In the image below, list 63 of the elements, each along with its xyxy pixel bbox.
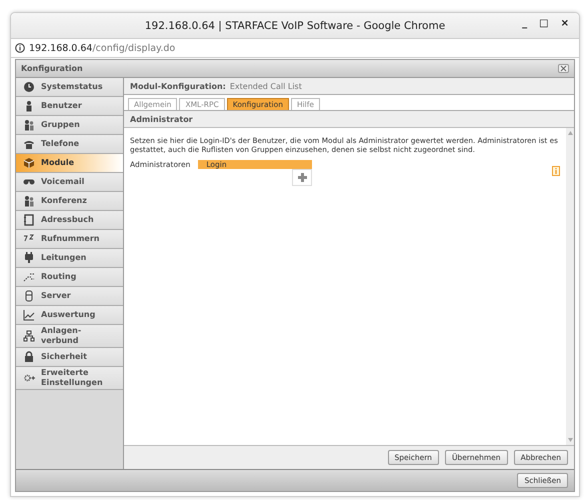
sidebar-label: Konferenz <box>41 196 88 206</box>
sidebar-item[interactable]: Sicherheit <box>16 348 123 367</box>
info-icon[interactable] <box>552 166 560 176</box>
sidebar-item[interactable]: Konferenz <box>16 192 123 211</box>
chart-icon <box>23 309 35 321</box>
sidebar-item[interactable]: Leitungen <box>16 249 123 268</box>
group-icon <box>23 119 35 131</box>
sidebar-item[interactable]: Server <box>16 287 123 306</box>
sidebar-label: Telefone <box>41 139 80 149</box>
sidebar-label: Sicherheit <box>41 352 88 362</box>
gear-icon <box>23 372 35 384</box>
book-icon <box>23 214 35 226</box>
sidebar-label: Gruppen <box>41 120 81 130</box>
sidebar-item[interactable]: Anlagen-verbund <box>16 325 123 348</box>
section-title: Administrator <box>130 114 193 124</box>
sidebar-label: Auswertung <box>41 310 96 320</box>
group-icon <box>23 195 35 207</box>
scroll-up-icon[interactable] <box>568 131 573 135</box>
close-button[interactable]: × <box>556 18 573 29</box>
sidebar-label: Module <box>41 158 76 168</box>
clock-icon <box>23 81 35 93</box>
info-icon <box>15 43 25 53</box>
sidebar-item[interactable]: Routing <box>16 268 123 287</box>
sidebar-label: Systemstatus <box>41 82 104 92</box>
panel-title: Konfiguration <box>21 64 83 73</box>
maximize-button[interactable]: □ <box>535 18 553 29</box>
module-name: Extended Call List <box>230 82 302 90</box>
sidebar-item[interactable]: Benutzer <box>16 97 123 116</box>
close-button[interactable] <box>558 64 569 73</box>
sidebar-label: Server <box>41 291 72 301</box>
address-bar[interactable]: 192.168.0.64/config/display.do <box>11 39 579 58</box>
server-icon <box>23 290 35 302</box>
close-icon <box>560 65 567 72</box>
sidebar-item[interactable]: Module <box>16 154 123 173</box>
cube-icon <box>23 157 35 169</box>
sidebar-item[interactable]: Gruppen <box>16 116 123 135</box>
phone-icon <box>23 138 35 150</box>
window-title: 192.168.0.64 | STARFACE VoIP Software - Google Chrome <box>144 20 446 32</box>
sidebar-item[interactable]: Systemstatus <box>16 78 123 97</box>
sidebar-label: Leitungen <box>41 253 88 263</box>
module-label: Modul-Konfiguration: <box>130 82 226 90</box>
scroll-down-icon[interactable] <box>568 438 573 442</box>
sidebar-item[interactable]: Auswertung <box>16 306 123 325</box>
sidebar-label: Rufnummern <box>41 234 100 244</box>
sidebar-label: Anlagen-verbund <box>41 326 82 346</box>
lock-icon <box>23 351 35 363</box>
minimize-button[interactable]: _ <box>518 18 532 29</box>
route-icon <box>23 271 35 283</box>
sidebar-item[interactable]: Voicemail <box>16 173 123 192</box>
sidebar-label: Benutzer <box>41 101 83 111</box>
sidebar-label: Voicemail <box>41 177 86 187</box>
sidebar-label: Routing <box>41 272 78 282</box>
plug-icon <box>23 252 35 264</box>
plus-icon <box>298 173 307 182</box>
add-button[interactable] <box>292 169 312 186</box>
sidebar-label: Adressbuch <box>41 215 95 225</box>
sidebar-item[interactable]: Telefone <box>16 135 123 154</box>
url-text: 192.168.0.64/config/display.do <box>29 42 176 54</box>
sidebar-item[interactable]: Erweiterte Einstellungen <box>16 367 123 390</box>
sidebar-item[interactable]: Adressbuch <box>16 211 123 230</box>
sidebar-label: Erweiterte Einstellungen <box>41 368 104 388</box>
sidebar-item[interactable]: Rufnummern <box>16 230 123 249</box>
network-icon <box>23 330 35 342</box>
